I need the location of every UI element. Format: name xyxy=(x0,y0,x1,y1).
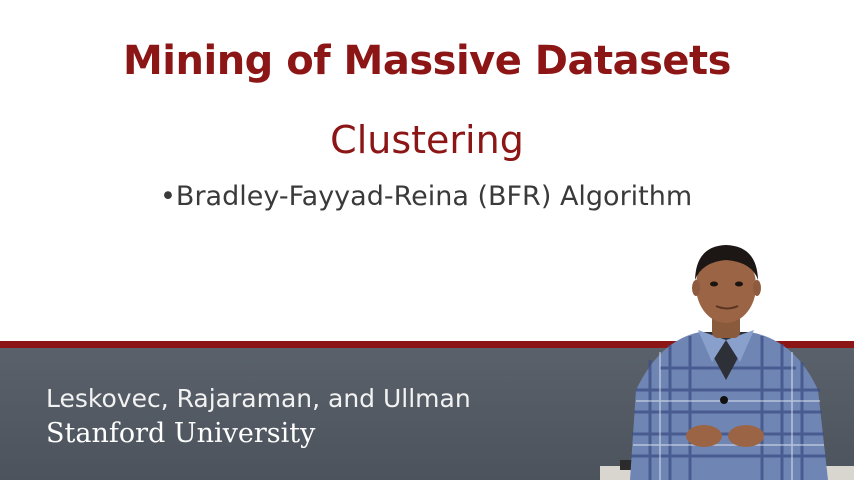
presenter-image xyxy=(600,245,854,480)
slide-subtitle: Clustering xyxy=(330,118,524,162)
authors-text: Leskovec, Rajaraman, and Ullman xyxy=(46,384,471,413)
university-wordmark: Stanford University xyxy=(46,418,316,449)
bullet-item: •Bradley-Fayyad-Reina (BFR) Algorithm xyxy=(160,181,693,212)
slide-title: Mining of Massive Datasets xyxy=(123,38,731,84)
speaker-video xyxy=(600,240,854,480)
